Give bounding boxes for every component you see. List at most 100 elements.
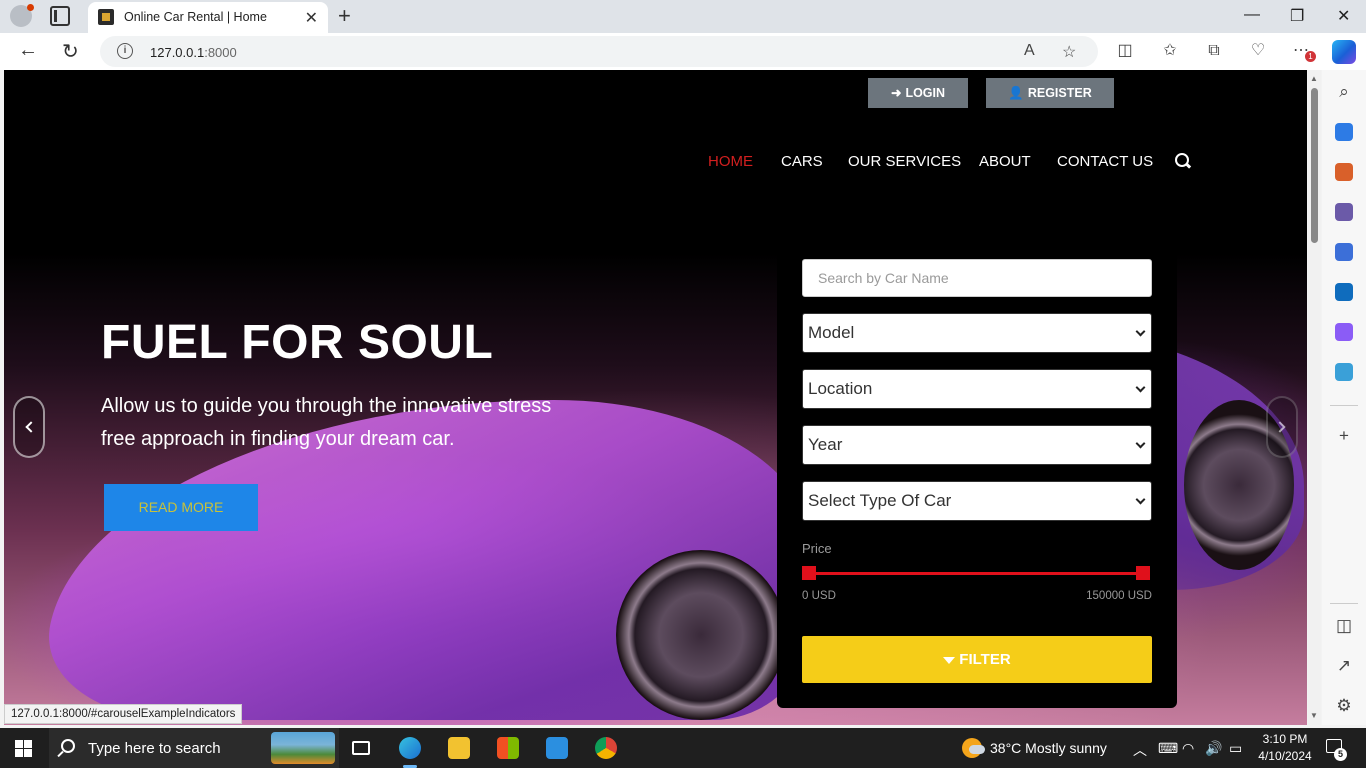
- chevron-down-icon: [1135, 382, 1146, 393]
- battery-icon[interactable]: ▭: [1229, 740, 1242, 757]
- car-filter-panel: Search by Car Name Model Location Year S…: [777, 238, 1177, 708]
- restore-icon[interactable]: ❐: [1290, 6, 1304, 26]
- chevron-down-icon: [1135, 494, 1146, 505]
- tab-actions-icon[interactable]: [50, 6, 70, 26]
- refresh-icon[interactable]: ↻: [62, 39, 79, 64]
- copilot-icon[interactable]: [1332, 40, 1356, 64]
- edge-taskbar-icon[interactable]: [386, 728, 434, 768]
- nav-home[interactable]: HOME: [708, 153, 753, 170]
- carousel-next-button[interactable]: [1266, 396, 1298, 458]
- outlook-icon[interactable]: [1335, 283, 1353, 301]
- car-wheel-front: [616, 550, 786, 720]
- model-select[interactable]: Model: [802, 313, 1152, 353]
- chevron-down-icon: [1135, 438, 1146, 449]
- read-aloud-icon[interactable]: A: [1024, 42, 1035, 60]
- register-button[interactable]: 👤 REGISTER: [986, 78, 1114, 108]
- search-highlight-icon: [271, 732, 335, 764]
- year-select[interactable]: Year: [802, 425, 1152, 465]
- vscode-icon[interactable]: [533, 728, 581, 768]
- nav-our-services[interactable]: OUR SERVICES: [848, 153, 961, 170]
- scrollbar-thumb[interactable]: [1311, 88, 1318, 243]
- carousel-prev-button[interactable]: [13, 396, 45, 458]
- volume-icon[interactable]: 🔊: [1205, 740, 1222, 757]
- microsoft-365-icon[interactable]: [1335, 243, 1353, 261]
- chevron-right-icon: [1274, 421, 1286, 433]
- page-scrollbar[interactable]: ▲ ▼: [1308, 70, 1321, 725]
- show-hidden-icons[interactable]: ︿: [1133, 740, 1147, 760]
- chevron-left-icon: [25, 421, 37, 433]
- filter-icon: [943, 657, 956, 664]
- network-icon[interactable]: ◠: [1182, 740, 1194, 757]
- browser-tab-bar: Online Car Rental | Home ✕ + — ❐ ✕: [0, 0, 1366, 33]
- new-tab-icon[interactable]: +: [338, 3, 351, 29]
- browser-essentials-icon[interactable]: ♡: [1249, 42, 1267, 60]
- nav-contact-us[interactable]: CONTACT US: [1057, 153, 1153, 170]
- clock-date: 4/10/2024: [1258, 749, 1312, 763]
- sidebar-panel-icon[interactable]: ◫: [1334, 616, 1354, 636]
- price-max-handle[interactable]: [1136, 566, 1150, 580]
- site-favicon-icon: [98, 9, 114, 25]
- device-icon[interactable]: ⌨: [1158, 740, 1178, 757]
- location-select[interactable]: Location: [802, 369, 1152, 409]
- sidebar-divider: [1330, 603, 1358, 604]
- nav-cars[interactable]: CARS: [781, 153, 823, 170]
- chrome-icon[interactable]: [582, 728, 630, 768]
- filter-button[interactable]: FILTER: [802, 636, 1152, 683]
- search-icon[interactable]: [1175, 153, 1191, 169]
- file-explorer-icon[interactable]: [435, 728, 483, 768]
- minimize-icon[interactable]: —: [1244, 6, 1260, 24]
- shopping-icon[interactable]: [1335, 123, 1353, 141]
- chevron-down-icon: [1135, 326, 1146, 337]
- price-label: Price: [802, 541, 832, 556]
- microsoft-store-icon[interactable]: [484, 728, 532, 768]
- login-button[interactable]: ➜ LOGIN: [868, 78, 968, 108]
- back-icon[interactable]: ←: [18, 39, 38, 62]
- designer-icon[interactable]: [1335, 323, 1353, 341]
- scroll-down-icon[interactable]: ▼: [1310, 711, 1318, 720]
- notification-badge: 1: [1305, 51, 1316, 62]
- favorite-star-icon[interactable]: ☆: [1062, 42, 1076, 62]
- sidebar-search-icon[interactable]: ⌕: [1334, 82, 1354, 102]
- sidebar-divider: [1330, 405, 1358, 406]
- taskbar-search-box[interactable]: Type here to search: [49, 728, 339, 768]
- price-min-value: 0 USD: [802, 590, 836, 602]
- site-info-icon[interactable]: i: [117, 43, 133, 59]
- close-window-icon[interactable]: ✕: [1337, 6, 1350, 26]
- hero-subtitle: Allow us to guide you through the innova…: [101, 395, 552, 450]
- browser-tab[interactable]: Online Car Rental | Home ✕: [88, 2, 328, 33]
- edge-sidebar: ⌕ + ◫ ↗ ⚙: [1322, 70, 1366, 725]
- external-link-icon[interactable]: ↗: [1334, 656, 1354, 676]
- tools-icon[interactable]: [1335, 163, 1353, 181]
- search-icon: [61, 739, 75, 753]
- drop-icon[interactable]: [1335, 363, 1353, 381]
- nav-about[interactable]: ABOUT: [979, 153, 1031, 170]
- collections-icon[interactable]: ⧉: [1205, 42, 1223, 60]
- car-name-search-input[interactable]: Search by Car Name: [802, 259, 1152, 297]
- scroll-up-icon[interactable]: ▲: [1310, 74, 1318, 83]
- notification-count-badge: 5: [1334, 748, 1347, 761]
- clock-time: 3:10 PM: [1262, 732, 1308, 746]
- car-type-select[interactable]: Select Type Of Car: [802, 481, 1152, 521]
- split-screen-icon[interactable]: ◫: [1116, 42, 1134, 60]
- windows-start-icon[interactable]: [15, 740, 32, 757]
- tab-title: Online Car Rental | Home: [124, 10, 267, 24]
- taskbar-clock[interactable]: 3:10 PM 4/10/2024: [1255, 731, 1315, 765]
- hero-title: FUEL FOR SOUL: [101, 316, 494, 369]
- cloud-icon: [969, 745, 985, 754]
- task-view-icon[interactable]: [337, 728, 385, 768]
- taskbar-search-placeholder: Type here to search: [88, 740, 221, 757]
- price-min-handle[interactable]: [802, 566, 816, 580]
- address-bar[interactable]: i 127.0.0.1:8000 A ☆: [100, 36, 1098, 67]
- browser-toolbar: ← ↻ i 127.0.0.1:8000 A ☆ ◫ ✩ ⧉ ♡ ⋯: [0, 33, 1366, 70]
- address-url[interactable]: 127.0.0.1:8000: [150, 45, 237, 60]
- close-tab-icon[interactable]: ✕: [305, 8, 318, 28]
- status-bar-url: 127.0.0.1:8000/#carouselExampleIndicator…: [4, 704, 243, 724]
- profile-icon[interactable]: [10, 4, 34, 27]
- favorites-icon[interactable]: ✩: [1161, 42, 1179, 60]
- price-max-value: 150000 USD: [1086, 590, 1152, 602]
- games-icon[interactable]: [1335, 203, 1353, 221]
- price-range-track[interactable]: [807, 572, 1145, 575]
- read-more-button[interactable]: READ MORE: [104, 484, 258, 531]
- add-sidebar-app-icon[interactable]: +: [1334, 426, 1354, 446]
- settings-gear-icon[interactable]: ⚙: [1334, 696, 1354, 716]
